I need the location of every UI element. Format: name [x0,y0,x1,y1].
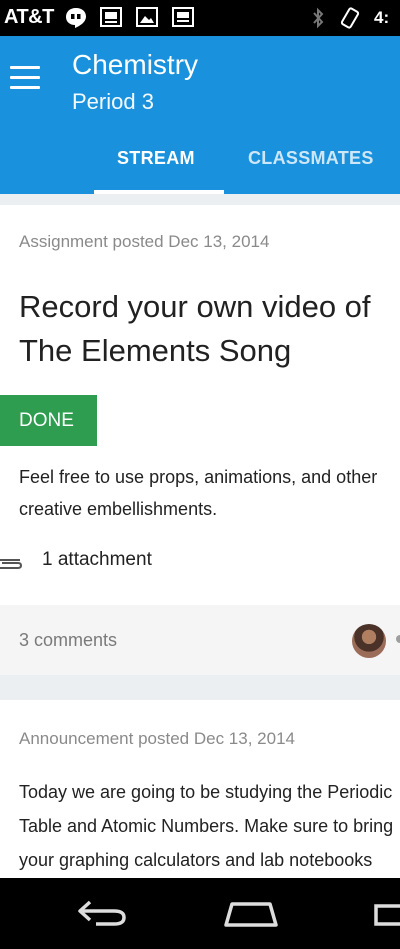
tab-classmates[interactable]: CLASSMATES [248,148,374,169]
class-subtitle: Period 3 [72,89,154,114]
navigation-bar [0,878,400,949]
post-meta: Announcement posted Dec 13, 2014 [19,729,295,748]
class-title: Chemistry [72,49,199,80]
assignment-title-line: Record your own video of [19,289,371,324]
comments-count: 3 comments [19,630,118,650]
hangouts-icon [66,8,86,28]
assignment-title[interactable]: Record your own video of The Elements So… [19,285,371,373]
description-line: Feel free to use props, animations, and … [19,467,378,487]
carrier-label: AT&T [4,6,54,28]
description-line: creative embellishments. [19,499,218,519]
comments-row[interactable]: 3 comments [0,605,400,675]
announcement-body: Today we are going to be studying the Pe… [19,775,393,877]
rotation-icon [340,7,360,29]
menu-icon[interactable] [10,66,40,90]
app-bar: Chemistry Period 3 STREAM CLASSMATES [0,36,400,194]
back-icon[interactable] [76,898,128,928]
attachment-row[interactable]: 1 attachment [0,547,260,577]
assignment-title-line: The Elements Song [19,333,292,368]
announcement-card[interactable]: Announcement posted Dec 13, 2014 Today w… [0,700,400,878]
assignment-description: Feel free to use props, animations, and … [19,461,377,525]
avatar [352,624,386,658]
recents-icon[interactable] [372,901,400,927]
assignment-card[interactable]: Assignment posted Dec 13, 2014 Record yo… [0,205,400,675]
avatar [396,635,400,643]
gallery-icon [100,7,122,27]
news-icon [172,7,194,27]
image-icon [136,7,158,27]
tab-stream[interactable]: STREAM [117,148,195,169]
done-button[interactable]: DONE [0,395,97,446]
announcement-line: your graphing calculators and lab notebo… [19,850,373,870]
paperclip-icon [0,559,22,569]
active-tab-indicator [94,190,224,194]
status-bar: AT&T 4: [0,0,400,36]
home-icon[interactable] [222,897,280,929]
clock-label: 4: [374,8,390,27]
announcement-line: Today we are going to be studying the Pe… [19,782,393,802]
attachment-label: 1 attachment [42,549,152,570]
announcement-line: Table and Atomic Numbers. Make sure to b… [19,816,394,836]
bluetooth-icon [313,7,324,29]
post-meta: Assignment posted Dec 13, 2014 [19,232,270,251]
